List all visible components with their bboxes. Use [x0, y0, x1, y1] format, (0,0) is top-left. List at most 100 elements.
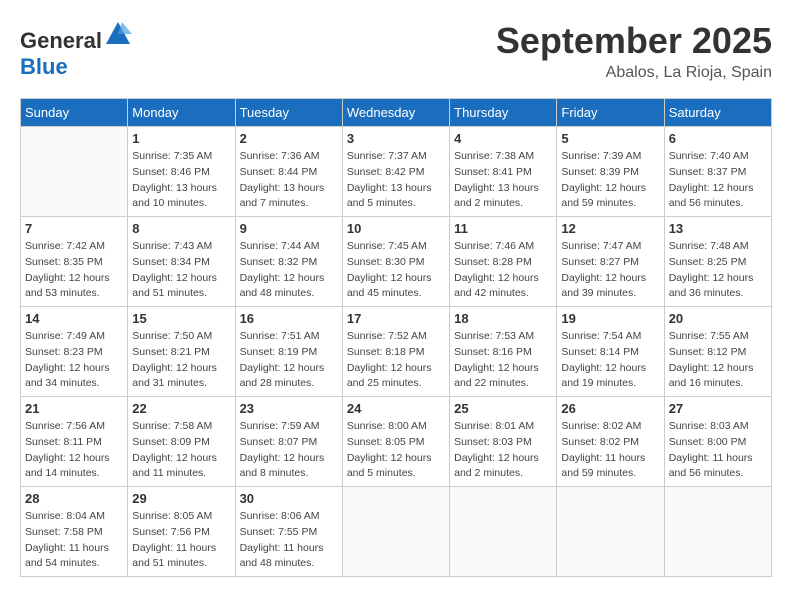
day-info: Sunrise: 7:53 AMSunset: 8:16 PMDaylight:… — [454, 329, 552, 392]
calendar-cell — [664, 487, 771, 577]
calendar-cell: 26 Sunrise: 8:02 AMSunset: 8:02 PMDayligh… — [557, 397, 664, 487]
day-info: Sunrise: 7:55 AMSunset: 8:12 PMDaylight:… — [669, 329, 767, 392]
day-info: Sunrise: 7:43 AMSunset: 8:34 PMDaylight:… — [132, 239, 230, 302]
day-info: Sunrise: 7:40 AMSunset: 8:37 PMDaylight:… — [669, 149, 767, 212]
day-info: Sunrise: 7:36 AMSunset: 8:44 PMDaylight:… — [240, 149, 338, 212]
page-header: General Blue September 2025 Abalos, La R… — [20, 20, 772, 82]
calendar-cell: 23 Sunrise: 7:59 AMSunset: 8:07 PMDayligh… — [235, 397, 342, 487]
day-number: 23 — [240, 401, 338, 416]
day-info: Sunrise: 7:52 AMSunset: 8:18 PMDaylight:… — [347, 329, 445, 392]
calendar-cell — [557, 487, 664, 577]
calendar-cell: 2 Sunrise: 7:36 AMSunset: 8:44 PMDaylight… — [235, 127, 342, 217]
day-number: 16 — [240, 311, 338, 326]
day-info: Sunrise: 8:01 AMSunset: 8:03 PMDaylight:… — [454, 419, 552, 482]
calendar-cell: 29 Sunrise: 8:05 AMSunset: 7:56 PMDayligh… — [128, 487, 235, 577]
day-number: 4 — [454, 131, 552, 146]
day-info: Sunrise: 7:35 AMSunset: 8:46 PMDaylight:… — [132, 149, 230, 212]
calendar-cell: 21 Sunrise: 7:56 AMSunset: 8:11 PMDayligh… — [21, 397, 128, 487]
calendar-header-row: SundayMondayTuesdayWednesdayThursdayFrid… — [21, 99, 772, 127]
calendar-cell: 20 Sunrise: 7:55 AMSunset: 8:12 PMDayligh… — [664, 307, 771, 397]
title-block: September 2025 Abalos, La Rioja, Spain — [496, 20, 772, 82]
day-info: Sunrise: 7:42 AMSunset: 8:35 PMDaylight:… — [25, 239, 123, 302]
calendar-cell: 4Sunrise: 7:38 AMSunset: 8:41 PMDaylight… — [450, 127, 557, 217]
day-info: Sunrise: 7:37 AMSunset: 8:42 PMDaylight:… — [347, 149, 445, 212]
calendar-table: SundayMondayTuesdayWednesdayThursdayFrid… — [20, 98, 772, 577]
day-number: 18 — [454, 311, 552, 326]
calendar-cell: 25Sunrise: 8:01 AMSunset: 8:03 PMDayligh… — [450, 397, 557, 487]
calendar-cell: 12 Sunrise: 7:47 AMSunset: 8:27 PMDayligh… — [557, 217, 664, 307]
day-info: Sunrise: 7:39 AMSunset: 8:39 PMDaylight:… — [561, 149, 659, 212]
weekday-header-monday: Monday — [128, 99, 235, 127]
calendar-week-row: 7 Sunrise: 7:42 AMSunset: 8:35 PMDaylight… — [21, 217, 772, 307]
day-number: 20 — [669, 311, 767, 326]
weekday-header-thursday: Thursday — [450, 99, 557, 127]
day-info: Sunrise: 8:02 AMSunset: 8:02 PMDaylight:… — [561, 419, 659, 482]
calendar-cell — [342, 487, 449, 577]
calendar-cell: 8Sunrise: 7:43 AMSunset: 8:34 PMDaylight… — [128, 217, 235, 307]
calendar-body: 1Sunrise: 7:35 AMSunset: 8:46 PMDaylight… — [21, 127, 772, 577]
calendar-cell: 9Sunrise: 7:44 AMSunset: 8:32 PMDaylight… — [235, 217, 342, 307]
day-number: 10 — [347, 221, 445, 236]
calendar-cell: 28 Sunrise: 8:04 AMSunset: 7:58 PMDayligh… — [21, 487, 128, 577]
weekday-header-sunday: Sunday — [21, 99, 128, 127]
day-number: 29 — [132, 491, 230, 506]
day-number: 13 — [669, 221, 767, 236]
day-number: 26 — [561, 401, 659, 416]
calendar-cell: 24Sunrise: 8:00 AMSunset: 8:05 PMDayligh… — [342, 397, 449, 487]
calendar-cell: 19 Sunrise: 7:54 AMSunset: 8:14 PMDayligh… — [557, 307, 664, 397]
day-info: Sunrise: 7:59 AMSunset: 8:07 PMDaylight:… — [240, 419, 338, 482]
day-info: Sunrise: 8:03 AMSunset: 8:00 PMDaylight:… — [669, 419, 767, 482]
calendar-cell: 7 Sunrise: 7:42 AMSunset: 8:35 PMDaylight… — [21, 217, 128, 307]
day-number: 5 — [561, 131, 659, 146]
day-number: 9 — [240, 221, 338, 236]
calendar-cell: 1Sunrise: 7:35 AMSunset: 8:46 PMDaylight… — [128, 127, 235, 217]
calendar-week-row: 1Sunrise: 7:35 AMSunset: 8:46 PMDaylight… — [21, 127, 772, 217]
day-info: Sunrise: 7:50 AMSunset: 8:21 PMDaylight:… — [132, 329, 230, 392]
calendar-cell: 16 Sunrise: 7:51 AMSunset: 8:19 PMDayligh… — [235, 307, 342, 397]
weekday-header-tuesday: Tuesday — [235, 99, 342, 127]
calendar-cell: 17 Sunrise: 7:52 AMSunset: 8:18 PMDayligh… — [342, 307, 449, 397]
day-number: 19 — [561, 311, 659, 326]
calendar-cell: 14 Sunrise: 7:49 AMSunset: 8:23 PMDayligh… — [21, 307, 128, 397]
day-number: 7 — [25, 221, 123, 236]
day-info: Sunrise: 7:47 AMSunset: 8:27 PMDaylight:… — [561, 239, 659, 302]
day-info: Sunrise: 7:56 AMSunset: 8:11 PMDaylight:… — [25, 419, 123, 482]
logo: General Blue — [20, 20, 132, 80]
calendar-cell: 11Sunrise: 7:46 AMSunset: 8:28 PMDayligh… — [450, 217, 557, 307]
day-number: 24 — [347, 401, 445, 416]
logo-icon — [104, 20, 132, 48]
calendar-cell: 10Sunrise: 7:45 AMSunset: 8:30 PMDayligh… — [342, 217, 449, 307]
day-number: 3 — [347, 131, 445, 146]
day-number: 22 — [132, 401, 230, 416]
day-info: Sunrise: 8:05 AMSunset: 7:56 PMDaylight:… — [132, 509, 230, 572]
day-number: 11 — [454, 221, 552, 236]
day-info: Sunrise: 8:06 AMSunset: 7:55 PMDaylight:… — [240, 509, 338, 572]
day-number: 2 — [240, 131, 338, 146]
calendar-cell: 30 Sunrise: 8:06 AMSunset: 7:55 PMDayligh… — [235, 487, 342, 577]
day-number: 27 — [669, 401, 767, 416]
day-number: 15 — [132, 311, 230, 326]
month-title: September 2025 — [496, 20, 772, 62]
day-number: 17 — [347, 311, 445, 326]
weekday-header-saturday: Saturday — [664, 99, 771, 127]
weekday-header-wednesday: Wednesday — [342, 99, 449, 127]
calendar-cell: 18 Sunrise: 7:53 AMSunset: 8:16 PMDayligh… — [450, 307, 557, 397]
day-info: Sunrise: 8:04 AMSunset: 7:58 PMDaylight:… — [25, 509, 123, 572]
day-info: Sunrise: 7:51 AMSunset: 8:19 PMDaylight:… — [240, 329, 338, 392]
day-info: Sunrise: 7:49 AMSunset: 8:23 PMDaylight:… — [25, 329, 123, 392]
day-number: 21 — [25, 401, 123, 416]
logo-blue: Blue — [20, 54, 68, 79]
calendar-cell: 6Sunrise: 7:40 AMSunset: 8:37 PMDaylight… — [664, 127, 771, 217]
location-title: Abalos, La Rioja, Spain — [496, 64, 772, 82]
day-number: 14 — [25, 311, 123, 326]
calendar-cell: 27 Sunrise: 8:03 AMSunset: 8:00 PMDayligh… — [664, 397, 771, 487]
day-info: Sunrise: 7:54 AMSunset: 8:14 PMDaylight:… — [561, 329, 659, 392]
day-number: 30 — [240, 491, 338, 506]
calendar-cell: 3 Sunrise: 7:37 AMSunset: 8:42 PMDaylight… — [342, 127, 449, 217]
day-number: 28 — [25, 491, 123, 506]
calendar-cell — [450, 487, 557, 577]
logo-text: General Blue — [20, 20, 132, 80]
day-number: 12 — [561, 221, 659, 236]
logo-general: General — [20, 28, 102, 53]
calendar-cell: 22Sunrise: 7:58 AMSunset: 8:09 PMDayligh… — [128, 397, 235, 487]
